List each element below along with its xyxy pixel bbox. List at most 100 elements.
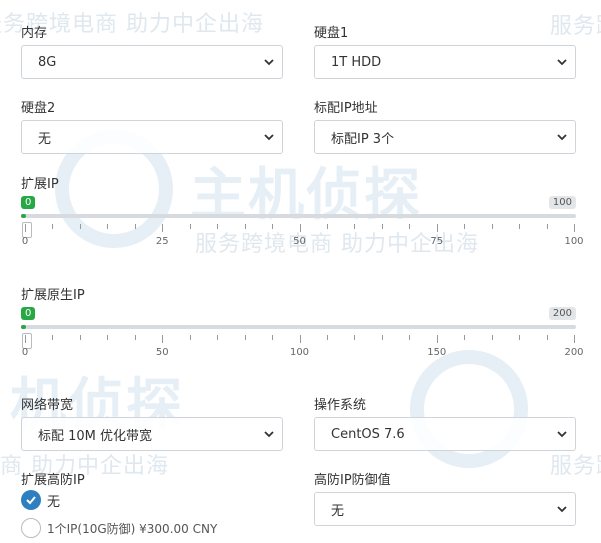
slider-max-bubble: 200 — [548, 307, 576, 320]
ext-ip-label: 扩展IP — [21, 177, 59, 192]
slider-max-bubble: 100 — [548, 196, 576, 209]
disk1-select[interactable]: 1T HDD — [314, 45, 576, 79]
disk1-value: 1T HDD — [331, 54, 382, 70]
slider-minor-tick — [326, 224, 328, 229]
slider-major-tick — [25, 335, 26, 343]
slider-minor-tick — [464, 335, 466, 340]
slider-minor-tick — [134, 335, 136, 340]
ddos-option-none[interactable]: 无 — [21, 490, 60, 510]
slider-tick-label: 50 — [293, 236, 306, 247]
check-icon — [26, 496, 36, 505]
slider-major-tick — [299, 224, 301, 232]
slider-tick-label: 0 — [21, 236, 29, 247]
slider-minor-tick — [189, 224, 191, 229]
slider-fill — [21, 325, 26, 329]
slider-major-tick — [436, 224, 438, 232]
std-ip-select[interactable]: 标配IP 3个 — [314, 120, 576, 154]
slider-minor-tick — [79, 335, 81, 340]
os-select[interactable]: CentOS 7.6 — [314, 417, 576, 451]
ext-native-ip-slider[interactable]: 0 200 0 50 100 150 200 — [21, 303, 584, 373]
slider-minor-tick — [244, 335, 246, 340]
slider-major-tick — [436, 335, 438, 343]
ddos-value-value: 无 — [331, 503, 345, 519]
memory-value: 8G — [38, 54, 57, 70]
bandwidth-select[interactable]: 标配 10M 优化带宽 — [21, 417, 283, 451]
slider-minor-tick — [79, 224, 81, 229]
slider-tick-label: 100 — [289, 347, 310, 358]
slider-major-tick — [574, 335, 575, 343]
slider-minor-tick — [519, 224, 521, 229]
slider-minor-tick — [464, 224, 466, 229]
slider-track[interactable] — [21, 214, 576, 218]
slider-min-bubble: 0 — [21, 307, 36, 320]
disk2-value: 无 — [38, 131, 52, 147]
ext-ip-slider[interactable]: 0 100 0 25 50 75 100 — [21, 192, 584, 262]
slider-major-tick — [162, 224, 164, 232]
ddos-option-1ip[interactable]: 1个IP(10G防御) ¥300.00 CNY — [21, 518, 217, 538]
slider-minor-tick — [546, 335, 548, 340]
slider-tick-label: 150 — [427, 347, 447, 358]
slider-minor-tick — [519, 335, 521, 340]
disk1-label: 硬盘1 — [314, 26, 349, 41]
ddos-value-label: 高防IP防御值 — [314, 473, 391, 488]
chevron-down-icon — [264, 134, 274, 141]
slider-minor-tick — [491, 335, 493, 340]
ddos-option-1ip-label: 1个IP(10G防御) ¥300.00 CNY — [47, 521, 218, 536]
slider-minor-tick — [52, 335, 54, 340]
os-value: CentOS 7.6 — [331, 426, 405, 442]
slider-minor-tick — [409, 335, 411, 340]
bandwidth-label: 网络带宽 — [21, 398, 74, 413]
config-form: 内存 8G 硬盘1 1T HDD 硬盘2 无 标配IP地址 标配IP 3个 扩展… — [0, 0, 601, 543]
slider-minor-tick — [491, 224, 493, 229]
slider-minor-tick — [409, 224, 411, 229]
slider-minor-tick — [217, 335, 219, 340]
bandwidth-value: 标配 10M 优化带宽 — [38, 428, 153, 444]
slider-tick-label: 50 — [155, 347, 169, 358]
memory-label: 内存 — [21, 26, 48, 41]
chevron-down-icon — [264, 431, 274, 438]
slider-minor-tick — [326, 335, 328, 340]
chevron-down-icon — [557, 431, 567, 438]
slider-minor-tick — [381, 224, 383, 229]
slider-minor-tick — [107, 335, 109, 340]
ddos-option-none-label: 无 — [47, 494, 61, 510]
slider-major-tick — [299, 335, 301, 343]
slider-minor-tick — [381, 335, 383, 340]
disk2-select[interactable]: 无 — [21, 120, 283, 154]
slider-min-bubble: 0 — [21, 196, 36, 209]
slider-track[interactable] — [21, 325, 576, 329]
disk2-label: 硬盘2 — [21, 101, 56, 116]
slider-minor-tick — [272, 335, 274, 340]
slider-tick-label: 0 — [21, 347, 29, 358]
ddos-ip-label: 扩展高防IP — [21, 473, 85, 488]
slider-minor-tick — [546, 224, 548, 229]
std-ip-label: 标配IP地址 — [314, 101, 378, 116]
chevron-down-icon — [557, 506, 567, 513]
slider-fill — [21, 214, 26, 218]
slider-minor-tick — [134, 224, 136, 229]
chevron-down-icon — [264, 59, 274, 66]
chevron-down-icon — [557, 59, 567, 66]
slider-minor-tick — [189, 335, 191, 340]
ddos-value-select[interactable]: 无 — [314, 492, 576, 526]
radio-unchecked[interactable] — [21, 518, 41, 538]
slider-tick-label: 75 — [430, 236, 444, 247]
os-label: 操作系统 — [314, 398, 367, 413]
ext-native-ip-label: 扩展原生IP — [21, 288, 85, 303]
radio-checked[interactable] — [21, 490, 41, 510]
std-ip-value: 标配IP 3个 — [331, 131, 395, 147]
slider-minor-tick — [244, 224, 246, 229]
slider-minor-tick — [354, 335, 356, 340]
slider-tick-label: 25 — [155, 236, 169, 247]
slider-minor-tick — [217, 224, 219, 229]
slider-tick-label: 100 — [564, 236, 584, 247]
memory-select[interactable]: 8G — [21, 45, 283, 79]
slider-tick-label: 200 — [564, 347, 584, 358]
slider-major-tick — [25, 224, 26, 232]
slider-minor-tick — [272, 224, 274, 229]
slider-major-tick — [574, 224, 575, 232]
chevron-down-icon — [557, 134, 567, 141]
slider-minor-tick — [107, 224, 109, 229]
slider-minor-tick — [354, 224, 356, 229]
slider-major-tick — [162, 335, 164, 343]
